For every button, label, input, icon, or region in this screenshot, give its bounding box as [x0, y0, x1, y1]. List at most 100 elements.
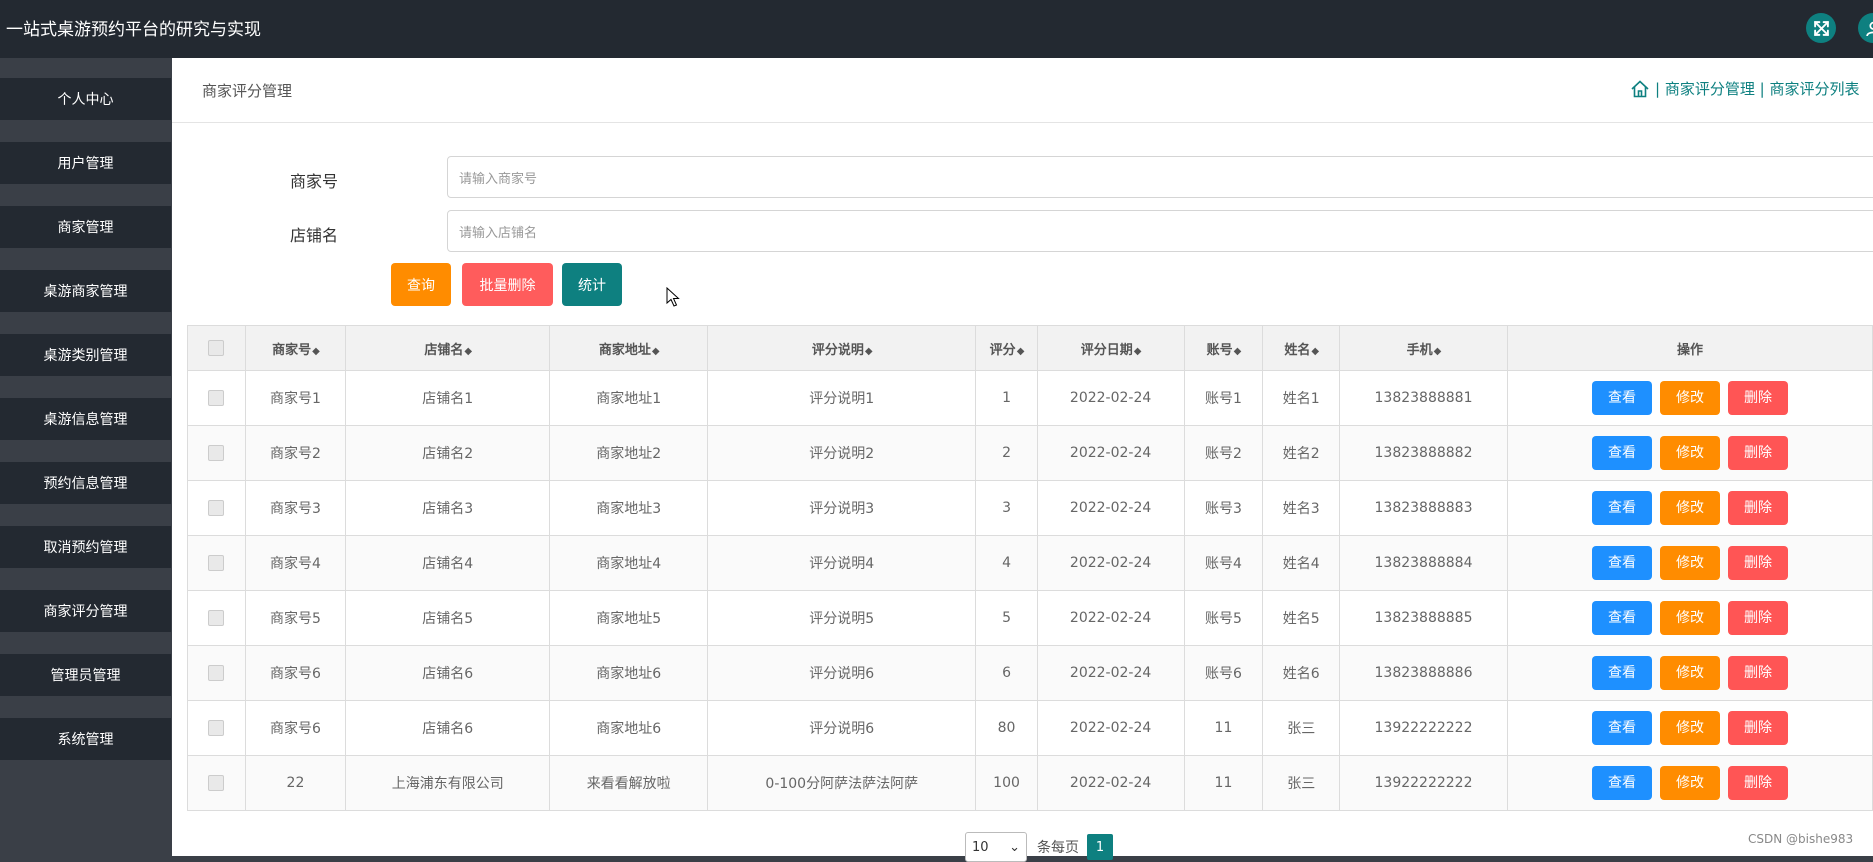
cell-phone: 13823888882	[1339, 425, 1508, 481]
sidebar: 个人中心 用户管理 商家管理 桌游商家管理 桌游类别管理 桌游信息管理 预约信息…	[0, 58, 172, 856]
column-header-rating[interactable]: 评分◆	[975, 325, 1038, 371]
edit-button[interactable]: 修改	[1659, 711, 1720, 745]
column-header-rating-date[interactable]: 评分日期◆	[1036, 325, 1185, 371]
cell-shop-name: 店铺名3	[345, 480, 551, 536]
sidebar-item-boardgame-category-management[interactable]: 桌游类别管理	[0, 334, 171, 376]
sidebar-item-user-management[interactable]: 用户管理	[0, 142, 171, 184]
batch-delete-button[interactable]: 批量删除	[462, 263, 553, 306]
edit-button[interactable]: 修改	[1659, 436, 1720, 470]
home-icon[interactable]	[1630, 79, 1650, 99]
row-checkbox[interactable]	[187, 425, 246, 481]
row-checkbox[interactable]	[187, 700, 246, 756]
row-checkbox[interactable]	[187, 755, 246, 811]
page-title: 商家评分管理	[202, 82, 293, 100]
view-button[interactable]: 查看	[1591, 766, 1652, 800]
table-row: 商家号3 店铺名3 商家地址3 评分说明3 3 2022-02-24 账号3 姓名3 13823…	[187, 480, 1873, 536]
column-header-merchant-address[interactable]: 商家地址◆	[549, 325, 709, 371]
fullscreen-icon[interactable]	[1806, 13, 1836, 43]
shop-name-input[interactable]: 请输入店铺名	[447, 210, 1873, 252]
cell-rating-desc: 评分说明6	[707, 645, 977, 701]
column-header-account[interactable]: 账号◆	[1183, 325, 1264, 371]
cell-actions: 查看 修改 删除	[1506, 370, 1873, 426]
cell-phone: 13922222222	[1339, 700, 1508, 756]
column-header-name[interactable]: 姓名◆	[1262, 325, 1341, 371]
column-header-shop-name[interactable]: 店铺名◆	[345, 325, 551, 371]
delete-button[interactable]: 删除	[1727, 711, 1788, 745]
cell-name: 姓名3	[1262, 480, 1341, 536]
edit-button[interactable]: 修改	[1659, 491, 1720, 525]
cell-merchant-no: 商家号3	[244, 480, 347, 536]
user-icon[interactable]	[1858, 13, 1873, 43]
sidebar-item-reservation-management[interactable]: 预约信息管理	[0, 462, 171, 504]
breadcrumb: | 商家评分管理 | 商家评分列表	[1630, 78, 1860, 99]
sidebar-item-merchant-rating-management[interactable]: 商家评分管理	[0, 590, 171, 632]
cell-rating-date: 2022-02-24	[1036, 755, 1185, 811]
row-checkbox[interactable]	[187, 590, 246, 646]
breadcrumb-separator: |	[1655, 79, 1661, 98]
edit-button[interactable]: 修改	[1659, 766, 1720, 800]
breadcrumb-item-rating-list[interactable]: 商家评分列表	[1769, 78, 1859, 99]
cell-merchant-no: 商家号1	[244, 370, 347, 426]
merchant-no-input[interactable]: 请输入商家号	[447, 156, 1873, 198]
delete-button[interactable]: 删除	[1727, 546, 1788, 580]
per-page-label: 条每页	[1037, 840, 1079, 856]
table-row: 商家号4 店铺名4 商家地址4 评分说明4 4 2022-02-24 账号4 姓名4 13823…	[187, 535, 1873, 591]
cell-name: 姓名5	[1262, 590, 1341, 646]
sidebar-item-system-management[interactable]: 系统管理	[0, 718, 171, 760]
cell-actions: 查看 修改 删除	[1506, 480, 1873, 536]
cell-merchant-no: 商家号5	[244, 590, 347, 646]
cell-rating-date: 2022-02-24	[1036, 480, 1185, 536]
table-row: 商家号2 店铺名2 商家地址2 评分说明2 2 2022-02-24 账号2 姓名2 13823…	[187, 425, 1873, 481]
cell-account: 账号2	[1183, 425, 1264, 481]
cell-account: 账号4	[1183, 535, 1264, 591]
sidebar-item-boardgame-info-management[interactable]: 桌游信息管理	[0, 398, 171, 440]
breadcrumb-bar: 商家评分管理 | 商家评分管理 | 商家评分列表	[172, 58, 1873, 123]
stats-button[interactable]: 统计	[562, 263, 622, 306]
cell-actions: 查看 修改 删除	[1506, 755, 1873, 811]
delete-button[interactable]: 删除	[1727, 656, 1788, 690]
table-row: 商家号6 店铺名6 商家地址6 评分说明6 80 2022-02-24 11 张三 139222…	[187, 700, 1873, 756]
cell-rating-date: 2022-02-24	[1036, 370, 1185, 426]
edit-button[interactable]: 修改	[1659, 381, 1720, 415]
column-header-rating-desc[interactable]: 评分说明◆	[707, 325, 977, 371]
delete-button[interactable]: 删除	[1727, 436, 1788, 470]
view-button[interactable]: 查看	[1591, 381, 1652, 415]
query-button[interactable]: 查询	[391, 263, 451, 306]
row-checkbox[interactable]	[187, 645, 246, 701]
page-number-current[interactable]: 1	[1087, 834, 1113, 860]
row-checkbox[interactable]	[187, 535, 246, 591]
delete-button[interactable]: 删除	[1727, 491, 1788, 525]
delete-button[interactable]: 删除	[1727, 766, 1788, 800]
delete-button[interactable]: 删除	[1727, 381, 1788, 415]
cell-actions: 查看 修改 删除	[1506, 645, 1873, 701]
view-button[interactable]: 查看	[1591, 546, 1652, 580]
view-button[interactable]: 查看	[1591, 656, 1652, 690]
page-size-select[interactable]: 10 ⌄	[965, 832, 1027, 862]
view-button[interactable]: 查看	[1591, 601, 1652, 635]
breadcrumb-item-merchant-rating[interactable]: 商家评分管理	[1665, 78, 1755, 99]
cell-merchant-no: 商家号6	[244, 700, 347, 756]
view-button[interactable]: 查看	[1591, 436, 1652, 470]
cell-rating: 5	[975, 590, 1038, 646]
view-button[interactable]: 查看	[1591, 491, 1652, 525]
delete-button[interactable]: 删除	[1727, 601, 1788, 635]
view-button[interactable]: 查看	[1591, 711, 1652, 745]
row-checkbox[interactable]	[187, 370, 246, 426]
sidebar-item-personal-center[interactable]: 个人中心	[0, 78, 171, 120]
cell-merchant-no: 商家号2	[244, 425, 347, 481]
edit-button[interactable]: 修改	[1659, 546, 1720, 580]
cell-rating: 2	[975, 425, 1038, 481]
cell-merchant-address: 商家地址5	[549, 590, 709, 646]
sidebar-item-cancel-reservation-management[interactable]: 取消预约管理	[0, 526, 171, 568]
select-all-checkbox[interactable]	[187, 325, 246, 371]
sidebar-item-admin-management[interactable]: 管理员管理	[0, 654, 171, 696]
cell-rating-desc: 评分说明6	[707, 700, 977, 756]
row-checkbox[interactable]	[187, 480, 246, 536]
chevron-down-icon: ⌄	[1009, 839, 1020, 855]
edit-button[interactable]: 修改	[1659, 656, 1720, 690]
sidebar-item-merchant-management[interactable]: 商家管理	[0, 206, 171, 248]
sidebar-item-boardgame-merchant-management[interactable]: 桌游商家管理	[0, 270, 171, 312]
edit-button[interactable]: 修改	[1659, 601, 1720, 635]
column-header-merchant-no[interactable]: 商家号◆	[244, 325, 347, 371]
column-header-phone[interactable]: 手机◆	[1339, 325, 1508, 371]
